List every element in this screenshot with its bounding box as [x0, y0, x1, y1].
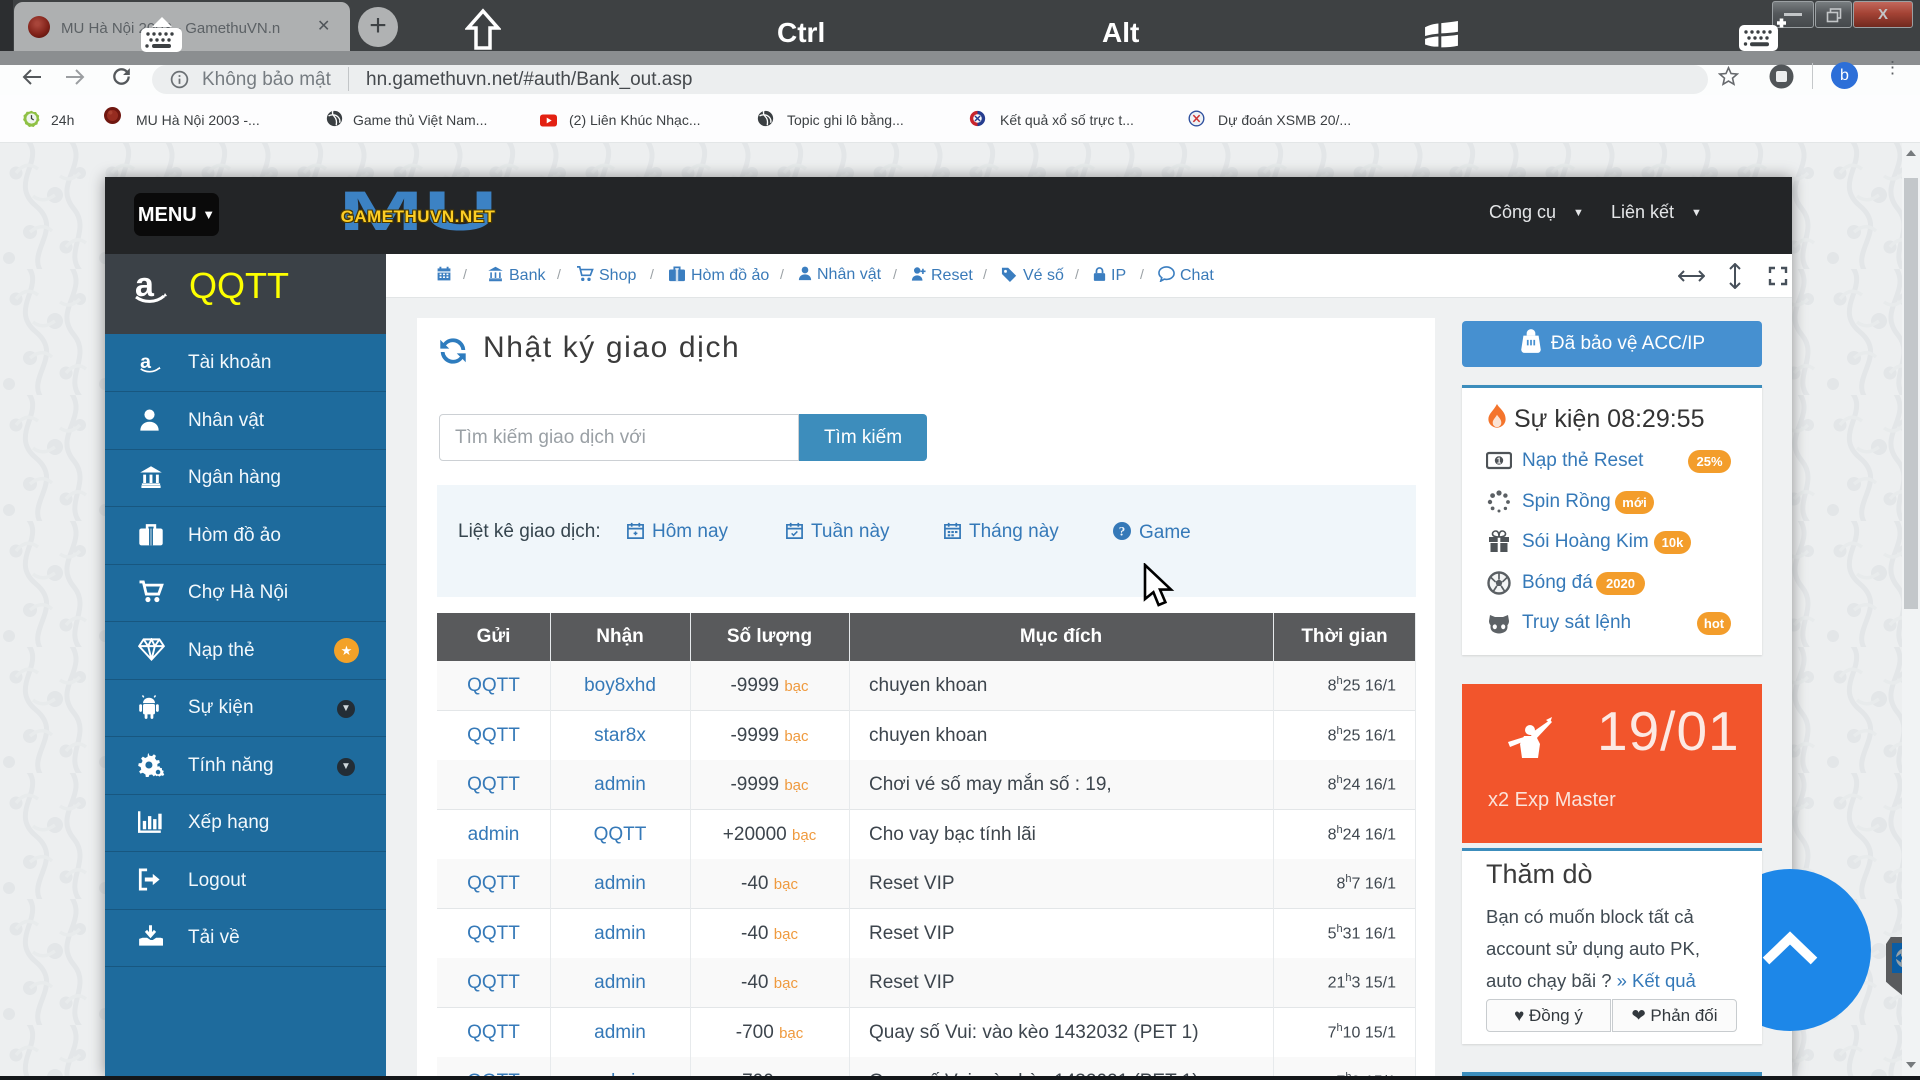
- svg-text:?: ?: [1119, 524, 1126, 539]
- svg-text:1: 1: [1497, 457, 1502, 466]
